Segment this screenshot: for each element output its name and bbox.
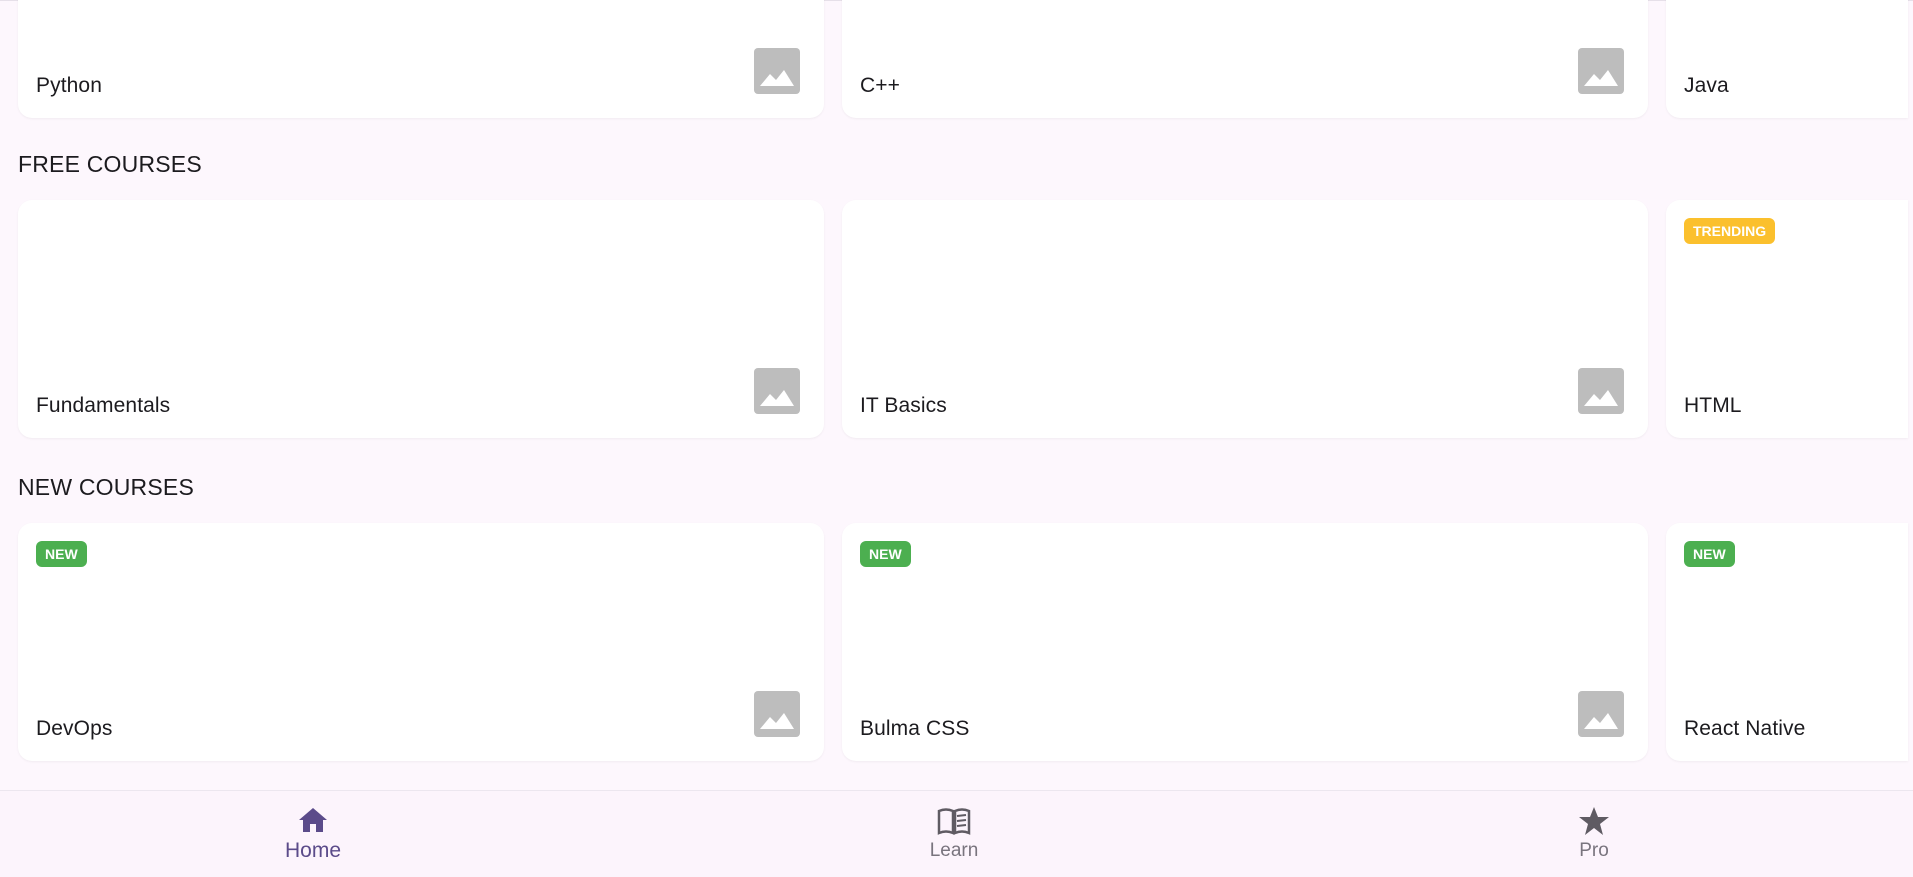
course-row-featured: Python C++ Java (18, 0, 1913, 120)
course-title: Fundamentals (36, 394, 171, 417)
course-title: IT Basics (860, 394, 947, 417)
image-placeholder-icon (1578, 368, 1624, 414)
course-list[interactable]: Python C++ Java FREE COURSES Fundamental… (0, 0, 1913, 790)
course-title: Java (1684, 74, 1729, 97)
course-card-python[interactable]: Python (18, 0, 824, 118)
course-title: DevOps (36, 717, 113, 740)
course-card-java[interactable]: Java (1666, 0, 1908, 118)
course-row-new: NEW DevOps NEW Bulma CSS NEW React Nativ… (18, 523, 1913, 763)
course-card-cpp[interactable]: C++ (842, 0, 1648, 118)
course-title: C++ (860, 74, 900, 97)
image-placeholder-icon (1578, 691, 1624, 737)
trending-badge: TRENDING (1684, 218, 1776, 244)
course-title: Bulma CSS (860, 717, 970, 740)
nav-label-learn: Learn (929, 840, 979, 861)
nav-item-learn[interactable]: Learn (854, 791, 1054, 877)
nav-item-home[interactable]: Home (213, 791, 413, 877)
image-placeholder-icon (754, 48, 800, 94)
section-title-new-courses: NEW COURSES (18, 474, 194, 500)
course-card-react-native[interactable]: NEW React Native (1666, 523, 1908, 761)
course-title: Python (36, 74, 102, 97)
new-badge: NEW (1684, 541, 1735, 567)
course-card-devops[interactable]: NEW DevOps (18, 523, 824, 761)
new-badge: NEW (36, 541, 87, 567)
home-icon (299, 808, 327, 832)
course-card-bulma-css[interactable]: NEW Bulma CSS (842, 523, 1648, 761)
nav-label-pro: Pro (1579, 840, 1609, 861)
nav-label-home: Home (284, 839, 342, 862)
image-placeholder-icon (754, 368, 800, 414)
nav-item-pro[interactable]: Pro (1494, 791, 1694, 877)
course-card-fundamentals[interactable]: Fundamentals (18, 200, 824, 438)
star-icon (1579, 807, 1609, 835)
course-title: HTML (1684, 394, 1742, 417)
book-icon (937, 808, 971, 835)
image-placeholder-icon (1578, 48, 1624, 94)
course-card-it-basics[interactable]: IT Basics (842, 200, 1648, 438)
course-row-free: Fundamentals IT Basics TRENDING HTML (18, 200, 1913, 440)
new-badge: NEW (860, 541, 911, 567)
course-card-html[interactable]: TRENDING HTML (1666, 200, 1908, 438)
course-title: React Native (1684, 717, 1806, 740)
image-placeholder-icon (754, 691, 800, 737)
bottom-navigation-bar: Home Learn Pro (0, 790, 1913, 877)
section-title-free-courses: FREE COURSES (18, 151, 202, 177)
